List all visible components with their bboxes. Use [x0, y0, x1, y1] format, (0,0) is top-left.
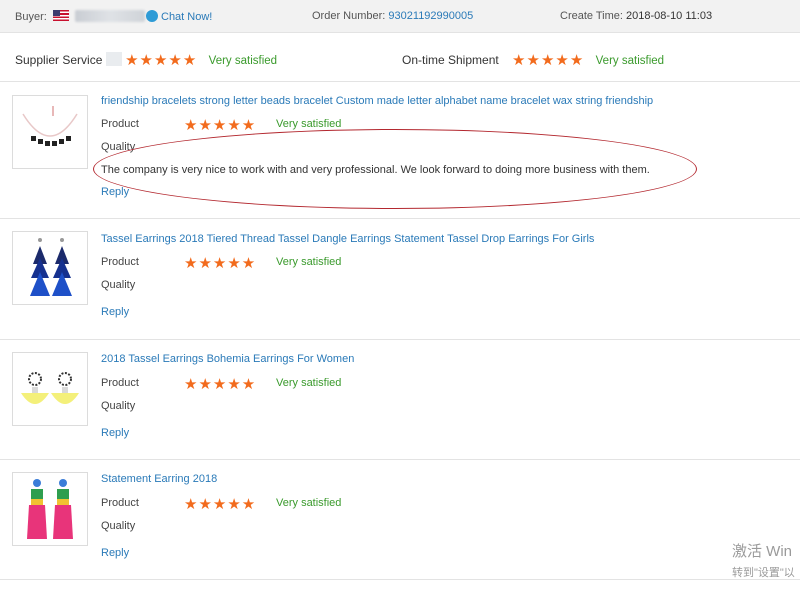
review-item: friendship bracelets strong letter beads… [0, 82, 800, 219]
supplier-service-value: Very satisfied [208, 55, 278, 67]
bracelet-image [22, 106, 78, 146]
bracelet-thumbnail[interactable] [12, 95, 88, 169]
product-label: Product [101, 497, 139, 509]
quality-label: Quality [101, 400, 136, 412]
watermark-line2: 转到"设置"以 [732, 567, 795, 579]
product-title-link[interactable]: Statement Earring 2018 [101, 473, 217, 485]
bohemia-earrings-image [21, 372, 79, 404]
chat-now-label: Chat Now! [161, 11, 213, 23]
quality-label: Quality [101, 141, 136, 153]
bohemia-earrings-thumbnail[interactable] [12, 352, 88, 426]
product-stars: ★★★★★ [184, 117, 257, 134]
product-title-link[interactable]: friendship bracelets strong letter beads… [101, 95, 653, 107]
product-rating-value: Very satisfied [276, 256, 342, 268]
review-item: Tassel Earrings 2018 Tiered Thread Tasse… [0, 219, 800, 340]
tassel-earrings-image [30, 238, 72, 296]
on-time-shipment-label: On-time Shipment [402, 53, 499, 67]
product-rating-value: Very satisfied [276, 118, 342, 130]
supplier-ratings: Supplier Service ★★★★★ Very satisfied On… [0, 33, 800, 82]
product-rating-value: Very satisfied [276, 497, 342, 509]
redacted-patch [105, 52, 122, 66]
supplier-service-stars: ★★★★★ [125, 52, 198, 69]
chat-icon [146, 10, 158, 22]
create-time-label: Create Time: [560, 10, 623, 22]
order-header: Buyer: Chat Now! Order Number: 930211929… [0, 0, 800, 33]
create-time: Create Time: 2018-08-10 11:03 [560, 10, 712, 22]
order-number: Order Number: 93021192990005 [312, 10, 473, 22]
reply-link[interactable]: Reply [101, 427, 129, 439]
statement-earring-thumbnail[interactable] [12, 472, 88, 546]
supplier-service-label: Supplier Service [15, 53, 103, 67]
product-stars: ★★★★★ [184, 255, 257, 272]
product-rating-value: Very satisfied [276, 377, 342, 389]
product-title-link[interactable]: Tassel Earrings 2018 Tiered Thread Tasse… [101, 233, 594, 245]
chat-now-button[interactable]: Chat Now! [146, 10, 212, 23]
statement-earring-image [27, 479, 73, 539]
tassel-earrings-thumbnail[interactable] [12, 231, 88, 305]
supplier-service-rating: Supplier Service ★★★★★ Very satisfied [15, 51, 277, 69]
activation-watermark: 激活 Win 转到"设置"以 [732, 540, 800, 580]
reply-link[interactable]: Reply [101, 547, 129, 559]
create-time-value: 2018-08-10 11:03 [626, 10, 713, 22]
buyer-info: Buyer: [15, 10, 145, 23]
review-item: 2018 Tassel Earrings Bohemia Earrings Fo… [0, 340, 800, 460]
product-stars: ★★★★★ [184, 496, 257, 513]
buyer-label: Buyer: [15, 11, 47, 23]
quality-label: Quality [101, 279, 136, 291]
reply-link[interactable]: Reply [101, 306, 129, 318]
order-number-label: Order Number: [312, 10, 386, 22]
product-stars: ★★★★★ [184, 376, 257, 393]
product-label: Product [101, 256, 139, 268]
product-label: Product [101, 377, 139, 389]
watermark-line1: 激活 Win [732, 543, 793, 560]
on-time-shipment-rating: On-time Shipment ★★★★★ Very satisfied [402, 51, 664, 69]
quality-label: Quality [101, 520, 136, 532]
review-item: Statement Earring 2018 Product ★★★★★ Ver… [0, 460, 800, 580]
us-flag-icon [52, 10, 69, 21]
order-number-link[interactable]: 93021192990005 [388, 10, 473, 22]
reply-link[interactable]: Reply [101, 186, 129, 198]
review-text: The company is very nice to work with an… [101, 164, 650, 176]
product-label: Product [101, 118, 139, 130]
on-time-shipment-value: Very satisfied [595, 55, 665, 67]
on-time-shipment-stars: ★★★★★ [512, 52, 585, 69]
buyer-name-redacted [74, 10, 145, 22]
product-title-link[interactable]: 2018 Tassel Earrings Bohemia Earrings Fo… [101, 353, 354, 365]
